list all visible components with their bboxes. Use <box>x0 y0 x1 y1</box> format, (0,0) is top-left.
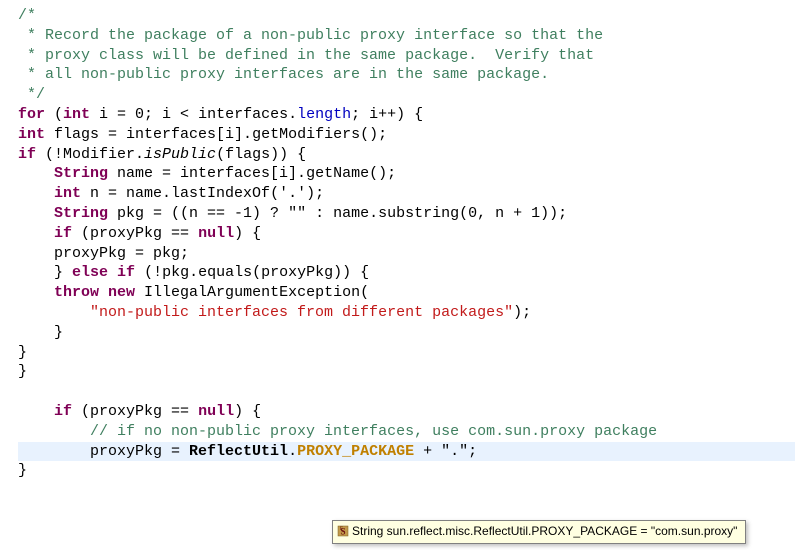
semicolon: ; <box>468 443 477 460</box>
code-text: proxyPkg = pkg; <box>54 245 189 262</box>
field-icon: S F <box>337 525 349 537</box>
code-text: flags = interfaces[i]. <box>45 126 252 143</box>
string-literal: "" <box>288 205 306 222</box>
keyword-if: if <box>54 403 72 420</box>
code-text: (proxyPkg == <box>72 403 198 420</box>
static-field: PROXY_PACKAGE <box>297 443 414 460</box>
keyword-if: if <box>108 264 135 281</box>
method-call: getName <box>306 165 369 182</box>
keyword-int: int <box>54 185 81 202</box>
svg-text:F: F <box>340 527 343 532</box>
brace: } <box>18 363 27 380</box>
code-text: i = 0; i < interfaces. <box>90 106 297 123</box>
type-string: String <box>54 205 108 222</box>
class-name: IllegalArgumentException( <box>135 284 369 301</box>
keyword-new: new <box>99 284 135 301</box>
code-text: name = interfaces[i]. <box>108 165 306 182</box>
code-text: ); <box>306 185 324 202</box>
method-call: substring <box>378 205 459 222</box>
comment-line: /* <box>18 7 36 24</box>
current-line-highlight: proxyPkg = ReflectUtil.PROXY_PACKAGE + "… <box>18 442 795 462</box>
method-call: isPublic <box>144 146 216 163</box>
dot: . <box>288 443 297 460</box>
code-text: + <box>414 443 441 460</box>
char-literal: '.' <box>279 185 306 202</box>
keyword-if: if <box>54 225 72 242</box>
code-text: (proxyPkg == <box>72 225 198 242</box>
code-text: (0, n + 1)); <box>459 205 567 222</box>
code-text: ) { <box>234 403 261 420</box>
keyword-null: null <box>198 403 234 420</box>
method-call: lastIndexOf <box>171 185 270 202</box>
method-call: equals <box>198 264 252 281</box>
code-text: : name. <box>306 205 378 222</box>
code-text: pkg = ((n == -1) ? <box>108 205 288 222</box>
comment-line: * proxy class will be defined in the sam… <box>18 47 594 64</box>
code-text: ) { <box>234 225 261 242</box>
code-text: ); <box>513 304 531 321</box>
brace: } <box>18 462 27 479</box>
keyword-int: int <box>63 106 90 123</box>
code-text: ; i++) { <box>351 106 423 123</box>
string-literal: "." <box>441 443 468 460</box>
comment-line: * Record the package of a non-public pro… <box>18 27 603 44</box>
code-text: (!Modifier. <box>36 146 144 163</box>
keyword-for: for <box>18 106 45 123</box>
tooltip-text: String sun.reflect.misc.ReflectUtil.PROX… <box>352 524 737 538</box>
code-text: (proxyPkg)) { <box>252 264 369 281</box>
comment-line: */ <box>18 86 45 103</box>
string-literal: "non-public interfaces from different pa… <box>90 304 513 321</box>
hover-tooltip: S F String sun.reflect.misc.ReflectUtil.… <box>332 520 746 544</box>
method-call: getModifiers <box>252 126 360 143</box>
code-text: proxyPkg = <box>90 443 189 460</box>
code-text: (flags)) { <box>216 146 306 163</box>
code-text: (); <box>369 165 396 182</box>
brace: } <box>18 324 63 341</box>
code-editor[interactable]: /* * Record the package of a non-public … <box>18 6 795 481</box>
comment-line: // if no non-public proxy interfaces, us… <box>90 423 657 440</box>
type-string: String <box>54 165 108 182</box>
keyword-throw: throw <box>54 284 99 301</box>
keyword-else: else <box>72 264 108 281</box>
brace: } <box>18 344 27 361</box>
code-text: (); <box>360 126 387 143</box>
keyword-null: null <box>198 225 234 242</box>
keyword-int: int <box>18 126 45 143</box>
class-name: ReflectUtil <box>189 443 288 460</box>
comment-line: * all non-public proxy interfaces are in… <box>18 66 549 83</box>
keyword-if: if <box>18 146 36 163</box>
code-text: n = name. <box>81 185 171 202</box>
code-text: (!pkg. <box>135 264 198 281</box>
field-length: length <box>297 106 351 123</box>
code-text: } <box>54 264 72 281</box>
